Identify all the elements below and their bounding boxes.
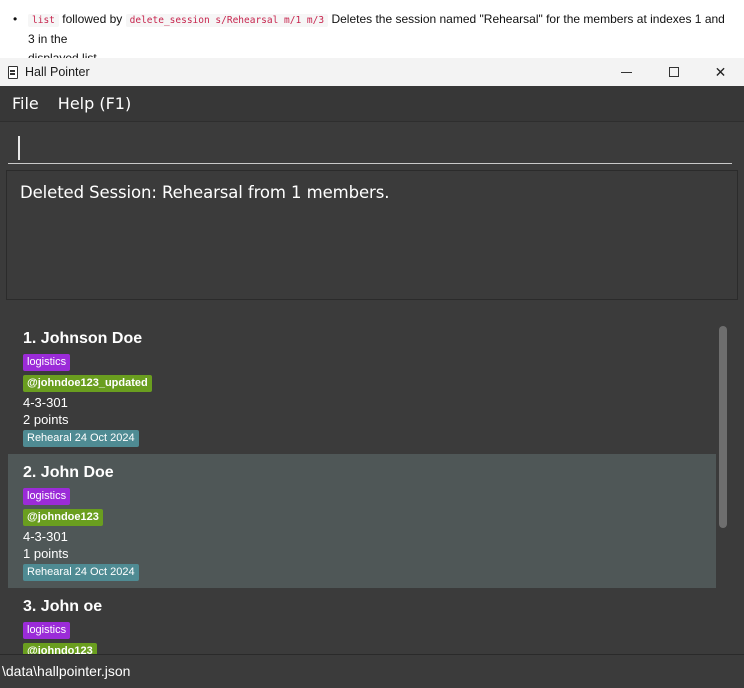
command-input[interactable] bbox=[8, 130, 732, 164]
text-cursor bbox=[18, 136, 20, 160]
result-display: Deleted Session: Rehearsal from 1 member… bbox=[6, 170, 738, 300]
role-tag: logistics bbox=[23, 622, 71, 639]
window-title: Hall Pointer bbox=[25, 65, 90, 79]
app-icon bbox=[8, 65, 18, 79]
session-tag: Rehearal 24 Oct 2024 bbox=[23, 564, 139, 581]
telegram-tag: @johndoe123_updated bbox=[23, 375, 152, 392]
maximize-icon bbox=[668, 67, 679, 77]
doc-followed-by: followed by bbox=[62, 12, 123, 26]
member-name: 1. Johnson Doe bbox=[23, 330, 143, 347]
member-name: 3. John oe bbox=[23, 598, 103, 615]
member-list[interactable]: 1. Johnson Doe logistics @johndoe123_upd… bbox=[8, 320, 716, 654]
member-card[interactable]: 3. John oe logistics @johndo123 4-3-301 bbox=[8, 588, 716, 654]
role-tag: logistics bbox=[23, 488, 71, 505]
member-card-selected[interactable]: 2. John Doe logistics @johndoe123 4-3-30… bbox=[8, 454, 716, 588]
result-display-area: Deleted Session: Rehearsal from 1 member… bbox=[0, 170, 744, 310]
title-bar[interactable]: Hall Pointer ✕ bbox=[0, 58, 744, 86]
minimize-icon bbox=[621, 71, 632, 73]
member-room: 4-3-301 bbox=[23, 395, 68, 410]
app-window: Hall Pointer ✕ File Help (F1) Deleted Se… bbox=[0, 58, 744, 688]
menu-help[interactable]: Help (F1) bbox=[58, 94, 131, 113]
maximize-button[interactable] bbox=[650, 58, 697, 86]
status-bar: \data\hallpointer.json bbox=[0, 654, 744, 688]
code-list: list bbox=[28, 14, 59, 27]
menu-bar: File Help (F1) bbox=[0, 86, 744, 122]
bullet: • bbox=[13, 12, 18, 26]
telegram-tag: @johndo123 bbox=[23, 643, 97, 654]
data-file-path: \data\hallpointer.json bbox=[2, 663, 131, 679]
telegram-tag: @johndoe123 bbox=[23, 509, 103, 526]
role-tag: logistics bbox=[23, 354, 71, 371]
window-controls: ✕ bbox=[603, 58, 744, 86]
code-delete-session: delete_session s/Rehearsal m/1 m/3 bbox=[125, 14, 329, 27]
session-tag: Rehearal 24 Oct 2024 bbox=[23, 430, 139, 447]
documentation-snippet: • list followed by delete_session s/Rehe… bbox=[0, 0, 744, 65]
member-card[interactable]: 1. Johnson Doe logistics @johndoe123_upd… bbox=[8, 320, 716, 454]
close-button[interactable]: ✕ bbox=[697, 58, 744, 86]
minimize-button[interactable] bbox=[603, 58, 650, 86]
member-name: 2. John Doe bbox=[23, 464, 114, 481]
menu-file[interactable]: File bbox=[12, 94, 39, 113]
member-points: 2 points bbox=[23, 412, 69, 427]
member-points: 1 points bbox=[23, 546, 69, 561]
list-scrollbar[interactable] bbox=[719, 326, 727, 528]
member-room: 4-3-301 bbox=[23, 529, 68, 544]
close-icon: ✕ bbox=[714, 63, 727, 80]
command-area bbox=[0, 122, 744, 170]
